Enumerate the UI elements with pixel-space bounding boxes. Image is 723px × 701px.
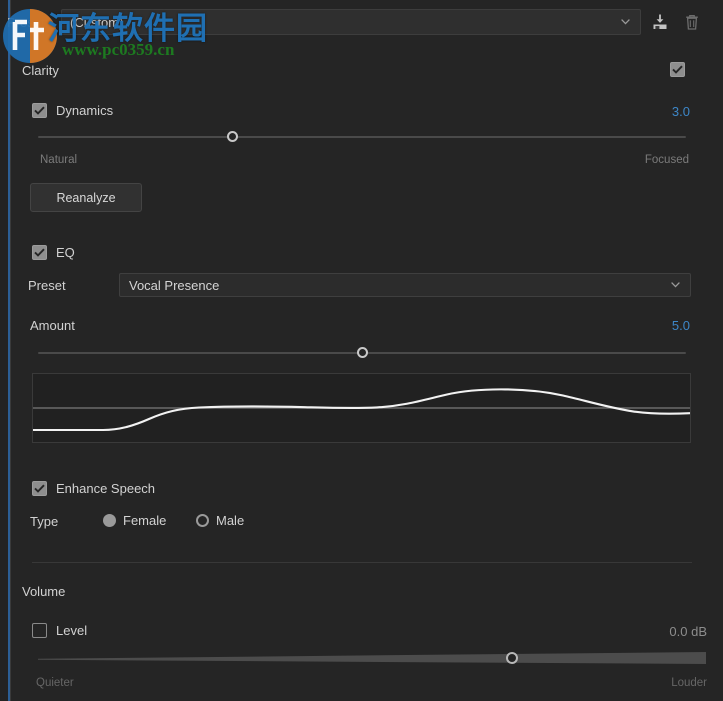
radio-male-indicator (196, 514, 209, 527)
dynamics-value[interactable]: 3.0 (672, 104, 690, 119)
volume-slider-thumb[interactable] (506, 652, 518, 664)
chevron-down-icon (671, 282, 680, 288)
eq-preset-label: Preset (28, 278, 66, 293)
trash-icon[interactable] (679, 9, 705, 35)
level-checkbox[interactable] (32, 623, 47, 638)
eq-row: EQ (32, 245, 75, 260)
radio-male-label: Male (216, 513, 245, 528)
volume-slider-min-label: Quieter (36, 677, 74, 689)
eq-checkbox[interactable] (32, 245, 47, 260)
volume-slider-track[interactable] (38, 650, 706, 671)
eq-amount-slider-thumb[interactable] (357, 347, 368, 358)
clarity-section-title: Clarity (22, 63, 59, 78)
save-preset-icon[interactable] (647, 9, 673, 35)
eq-amount-label: Amount (30, 318, 75, 333)
eq-response-graph[interactable] (32, 373, 691, 443)
speech-type-radio-female[interactable]: Female (103, 513, 166, 528)
speech-type-radio-male[interactable]: Male (196, 513, 244, 528)
eq-amount-value[interactable]: 5.0 (672, 318, 690, 333)
section-divider (32, 562, 692, 563)
enhance-speech-row: Enhance Speech (32, 481, 155, 496)
level-row: Level (32, 623, 87, 638)
dynamics-checkbox[interactable] (32, 103, 47, 118)
eq-preset-dropdown[interactable]: Vocal Presence (119, 273, 691, 297)
effects-panel: Preset: (Custom) Clarity Dynamics 3.0 Na… (0, 0, 723, 701)
preset-value: (Custom) (70, 14, 124, 30)
eq-preset-value: Vocal Presence (129, 277, 220, 293)
clarity-enable-checkbox[interactable] (670, 61, 685, 79)
eq-curve-svg (33, 388, 690, 432)
radio-female-indicator (103, 514, 116, 527)
preset-label: Preset: (7, 14, 49, 30)
chevron-down-icon (621, 19, 630, 25)
dynamics-slider-min-label: Natural (40, 154, 78, 166)
eq-label: EQ (56, 245, 75, 260)
dynamics-slider-max-label: Focused (644, 154, 689, 166)
dynamics-label: Dynamics (56, 103, 114, 118)
speech-type-label: Type (30, 514, 59, 529)
dynamics-slider-track[interactable] (38, 136, 686, 138)
level-value[interactable]: 0.0 dB (669, 624, 707, 639)
preset-dropdown[interactable]: (Custom) (61, 9, 641, 35)
level-label: Level (56, 623, 88, 638)
preset-bar: Preset: (Custom) (7, 9, 705, 35)
radio-female-label: Female (123, 513, 167, 528)
eq-curve-path (33, 388, 690, 432)
volume-section-title: Volume (22, 584, 66, 599)
dynamics-row: Dynamics (32, 103, 113, 118)
enhance-speech-label: Enhance Speech (56, 481, 156, 496)
enhance-speech-checkbox[interactable] (32, 481, 47, 496)
dynamics-slider-thumb[interactable] (227, 131, 238, 142)
reanalyze-button[interactable]: Reanalyze (30, 183, 142, 212)
volume-slider-max-label: Louder (671, 677, 707, 689)
